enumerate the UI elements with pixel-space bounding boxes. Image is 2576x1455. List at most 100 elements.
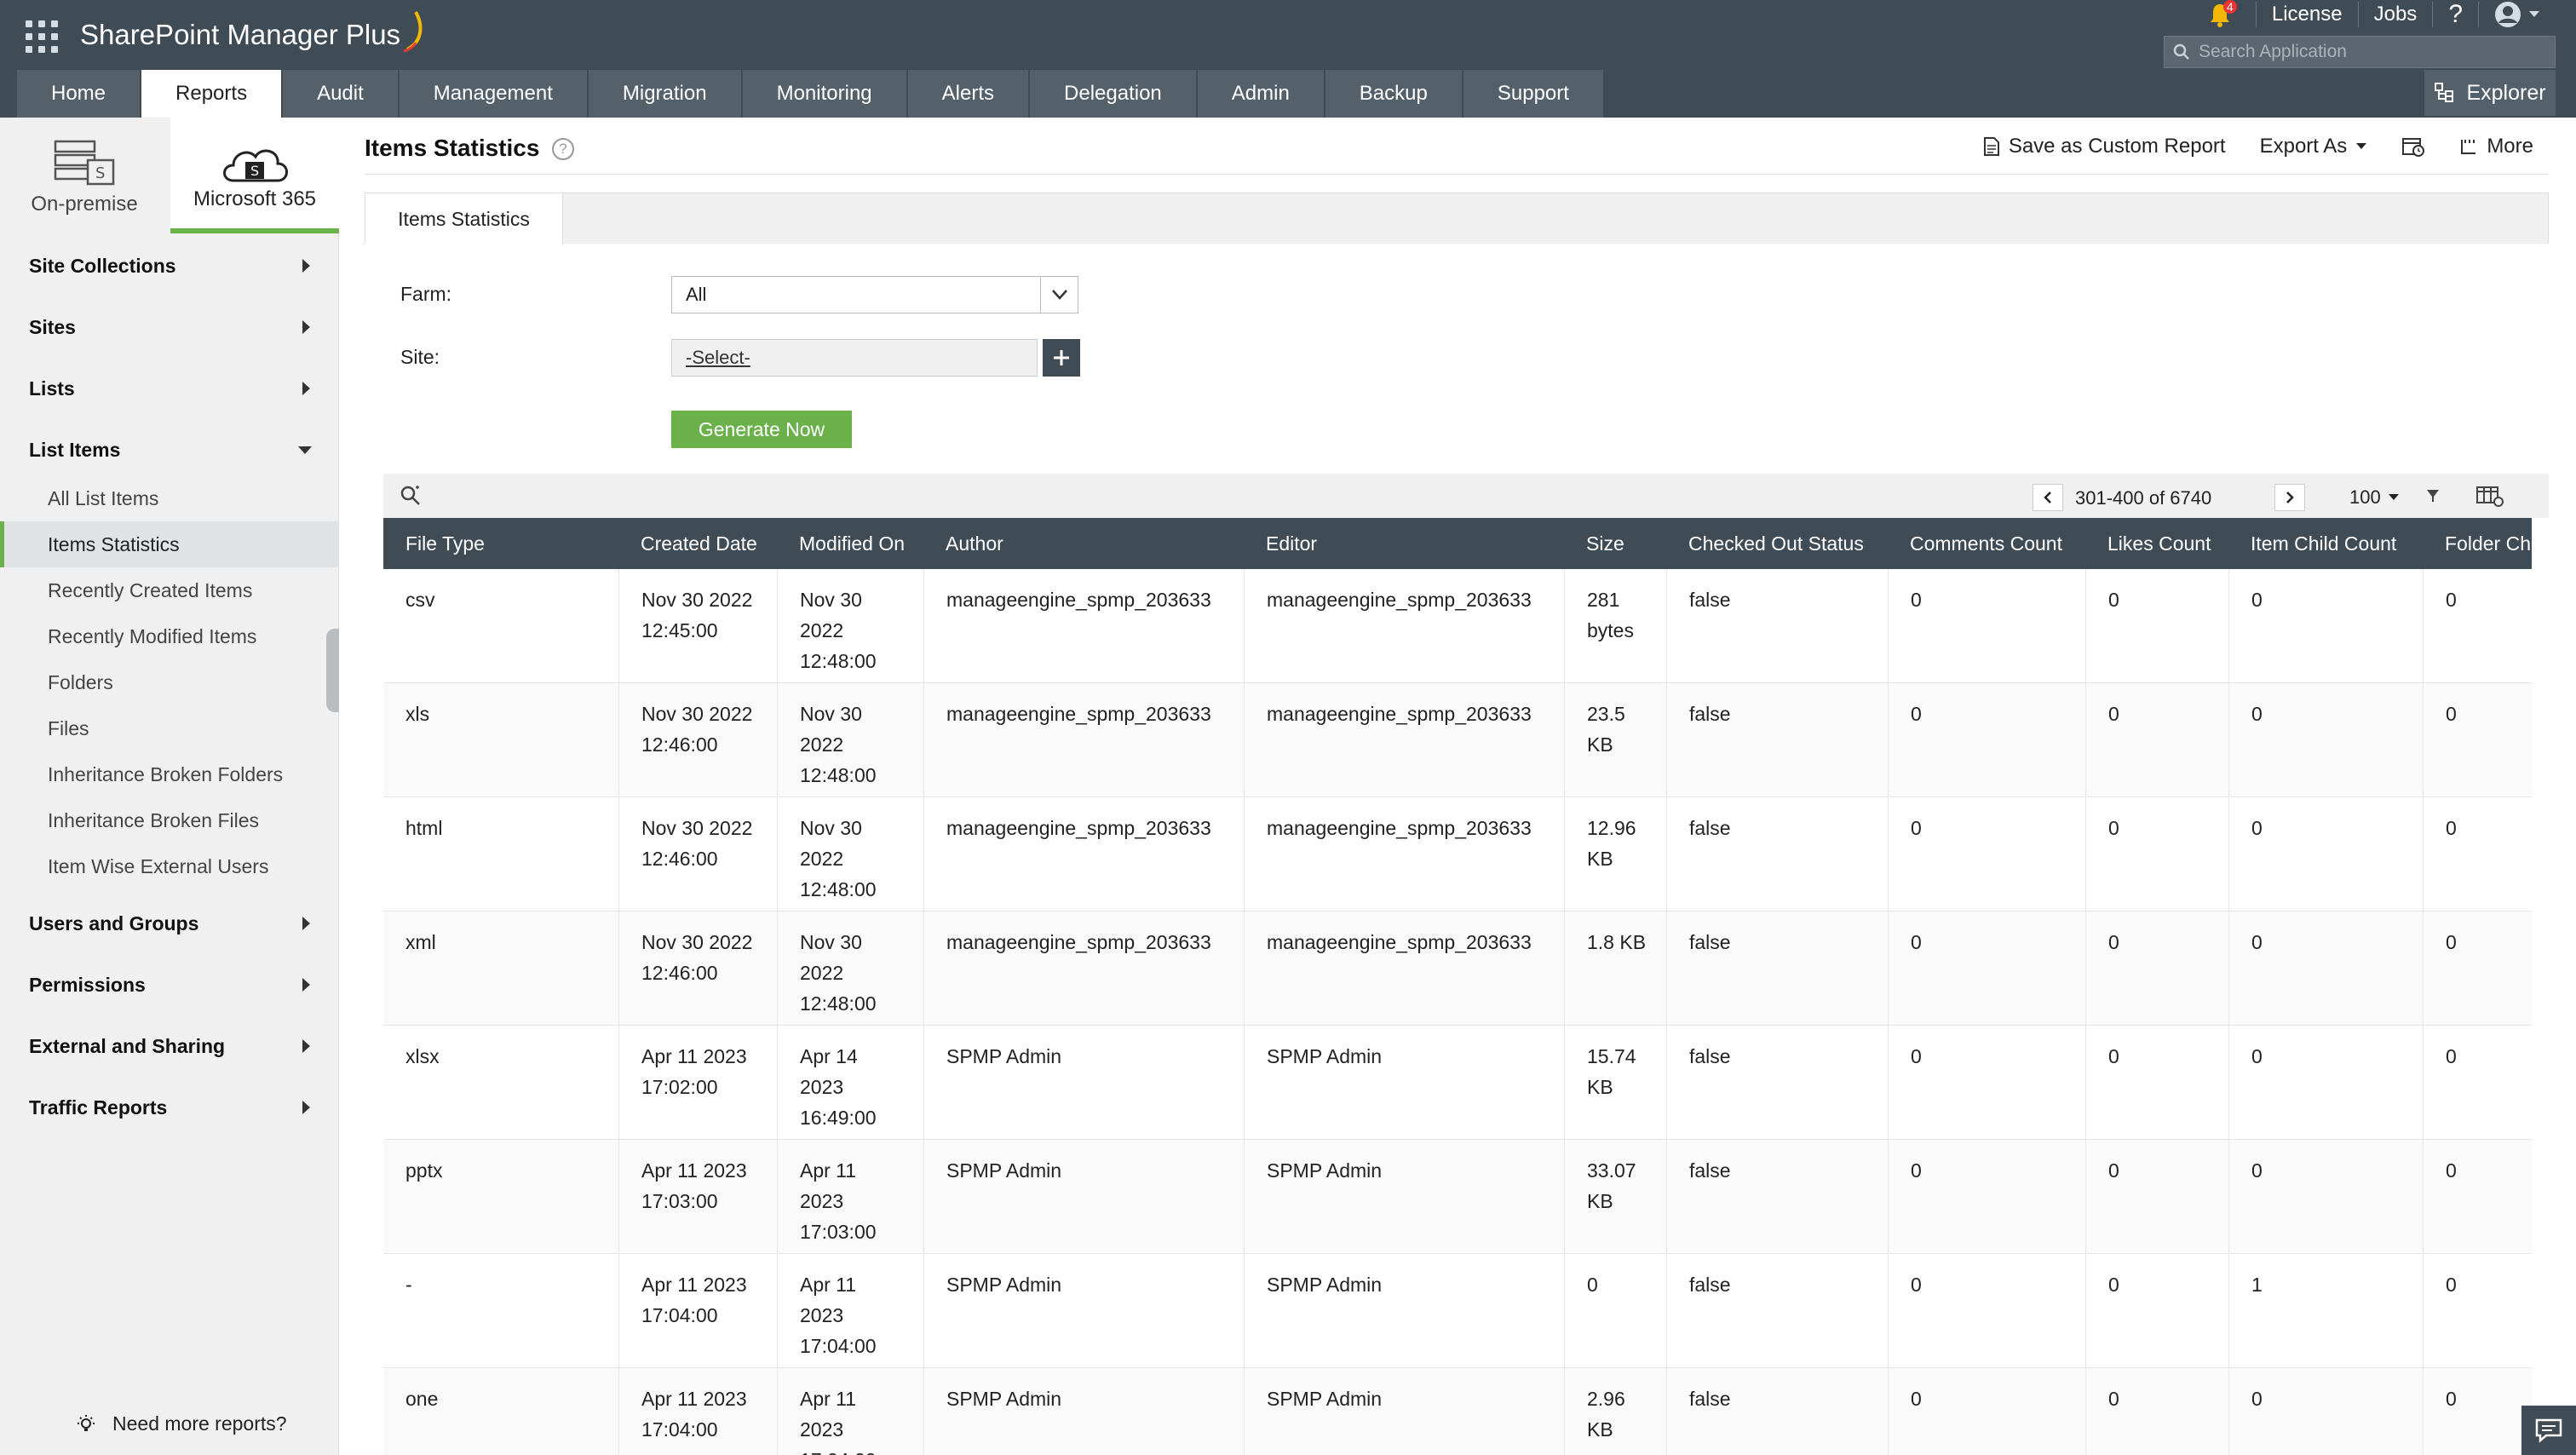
cell-modified-on: Apr 11 2023 17:03:00 [777, 1140, 923, 1254]
column-header-comments-count[interactable]: Comments Count [1888, 518, 2062, 569]
chevron-down-icon[interactable] [1040, 277, 1078, 313]
table-row[interactable]: xml Nov 30 2022 12:46:00 Nov 30 2022 12:48… [383, 912, 2532, 1026]
tab-reports[interactable]: Reports [141, 70, 282, 118]
sidebar-subitem-items-statistics[interactable]: Items Statistics [0, 521, 339, 567]
sidebar-subitem-recently-modified[interactable]: Recently Modified Items [0, 613, 339, 659]
table-row[interactable]: html Nov 30 2022 12:46:00 Nov 30 2022 12:4… [383, 797, 2532, 912]
need-more-reports-label: Need more reports? [112, 1412, 287, 1435]
add-site-button[interactable] [1043, 339, 1080, 377]
site-select-field[interactable]: -Select- [671, 339, 1038, 377]
cell-likes-count: 0 [2085, 1140, 2228, 1254]
caret-right-icon [302, 917, 310, 930]
sidebar-item-traffic-reports[interactable]: Traffic Reports [0, 1082, 339, 1133]
cell-likes-count: 0 [2085, 1368, 2228, 1455]
cell-checked-out-status: false [1666, 797, 1888, 912]
tab-monitoring[interactable]: Monitoring [742, 70, 906, 118]
cell-file-type: xls [405, 703, 430, 725]
user-avatar-icon [2495, 2, 2521, 27]
app-launcher-icon[interactable] [26, 20, 58, 53]
env-onpremise[interactable]: S On-premise [0, 118, 169, 233]
sidebar-item-sites[interactable]: Sites [0, 302, 339, 353]
app-title: SharePoint Manager Plus [80, 19, 401, 50]
sidebar-item-permissions[interactable]: Permissions [0, 959, 339, 1010]
farm-select[interactable]: All [671, 276, 1078, 313]
pager-next-button[interactable] [2274, 484, 2305, 511]
column-header-folder-child-count[interactable]: Folder Ch [2423, 518, 2531, 569]
more-button[interactable]: More [2459, 135, 2533, 158]
tab-audit[interactable]: Audit [283, 70, 398, 118]
export-as-button[interactable]: Export As [2260, 135, 2368, 158]
sidebar-collapse-handle[interactable] [326, 629, 339, 712]
table-row[interactable]: pptx Apr 11 2023 17:03:00 Apr 11 2023 17:0… [383, 1140, 2532, 1254]
schedule-report-button[interactable] [2401, 135, 2425, 158]
column-header-checked-out-status[interactable]: Checked Out Status [1666, 518, 1864, 569]
sidebar-subitem-recently-created[interactable]: Recently Created Items [0, 567, 339, 613]
help-icon[interactable]: ? [552, 138, 574, 160]
column-header-likes-count[interactable]: Likes Count [2085, 518, 2211, 569]
chat-button[interactable] [2521, 1406, 2576, 1455]
bell-icon[interactable]: 4 [2208, 0, 2237, 27]
license-link[interactable]: License [2255, 2, 2358, 27]
caret-right-icon [302, 978, 310, 992]
tab-support[interactable]: Support [1463, 70, 1603, 118]
lightbulb-icon [78, 1414, 95, 1431]
tab-alerts[interactable]: Alerts [907, 70, 1029, 118]
page-size-value: 100 [2349, 486, 2381, 508]
sidebar-item-list-items[interactable]: List Items [0, 424, 339, 475]
tab-home[interactable]: Home [17, 70, 141, 118]
sidebar-subitem-item-wise-external-users[interactable]: Item Wise External Users [0, 843, 339, 889]
help-link[interactable]: ? [2432, 0, 2478, 28]
cell-file-type: html [405, 817, 443, 839]
generate-now-button[interactable]: Generate Now [671, 411, 852, 448]
sidebar-item-external-and-sharing[interactable]: External and Sharing [0, 1021, 339, 1072]
table-row[interactable]: xlsx Apr 11 2023 17:02:00 Apr 14 2023 16:4… [383, 1026, 2532, 1140]
cell-folder-child-count: 0 [2423, 1254, 2532, 1368]
column-header-modified-on[interactable]: Modified On [777, 518, 905, 569]
cell-file-type: - [405, 1274, 412, 1296]
cell-item-child-count: 0 [2228, 912, 2423, 1026]
sidebar-subitem-inheritance-broken-files[interactable]: Inheritance Broken Files [0, 797, 339, 843]
sidebar-item-users-and-groups[interactable]: Users and Groups [0, 898, 339, 949]
sidebar-item-lists[interactable]: Lists [0, 363, 339, 414]
column-header-author[interactable]: Author [923, 518, 1003, 569]
table-row[interactable]: one Apr 11 2023 17:04:00Apr 11 2023 17:04… [383, 1368, 2532, 1455]
explorer-button[interactable]: Explorer [2424, 70, 2556, 116]
tab-items-statistics[interactable]: Items Statistics [365, 193, 563, 244]
tab-migration[interactable]: Migration [588, 70, 741, 118]
column-header-item-child-count[interactable]: Item Child Count [2228, 518, 2396, 569]
sidebar-subitem-inheritance-broken-folders[interactable]: Inheritance Broken Folders [0, 751, 339, 797]
env-microsoft365[interactable]: S Microsoft 365 [170, 118, 339, 233]
cell-folder-child-count: 0 [2423, 912, 2532, 1026]
cell-modified-on: Nov 30 2022 12:48:00 [777, 683, 923, 797]
column-header-file-type[interactable]: File Type [383, 518, 485, 569]
column-header-created-date[interactable]: Created Date [618, 518, 757, 569]
tab-admin[interactable]: Admin [1197, 70, 1324, 118]
save-custom-report-button[interactable]: Save as Custom Report [1983, 135, 2226, 158]
column-chooser-icon[interactable] [2475, 484, 2504, 512]
tab-management[interactable]: Management [399, 70, 587, 118]
sidebar-item-site-collections[interactable]: Site Collections [0, 240, 339, 291]
tab-delegation[interactable]: Delegation [1030, 70, 1196, 118]
table-row[interactable]: csv Nov 30 2022 12:45:00 Nov 30 2022 12:48… [383, 569, 2532, 683]
cell-comments-count: 0 [1888, 912, 2085, 1026]
filter-icon[interactable] [2424, 486, 2441, 510]
jobs-link[interactable]: Jobs [2357, 2, 2433, 27]
notifications[interactable]: 4 [2193, 0, 2256, 27]
table-row[interactable]: xls Nov 30 2022 12:46:00 Nov 30 2022 12:48… [383, 683, 2532, 797]
sidebar-subitem-all-list-items[interactable]: All List Items [0, 475, 339, 521]
table-row[interactable]: - Apr 11 2023 17:04:00 Apr 11 2023 17:04:0… [383, 1254, 2532, 1368]
search-input[interactable] [2199, 42, 2539, 62]
table-search-icon[interactable] [399, 484, 423, 512]
user-menu[interactable] [2478, 2, 2556, 27]
tab-backup[interactable]: Backup [1325, 70, 1462, 118]
cell-comments-count: 0 [1888, 683, 2085, 797]
search-box[interactable] [2164, 36, 2556, 68]
column-header-editor[interactable]: Editor [1244, 518, 1317, 569]
cell-created-date: Apr 11 2023 17:04:00 [618, 1368, 777, 1455]
sidebar-subitem-files[interactable]: Files [0, 705, 339, 751]
page-size-select[interactable]: 100 [2341, 484, 2408, 511]
sidebar-subitem-folders[interactable]: Folders [0, 659, 339, 705]
need-more-reports-link[interactable]: Need more reports? [75, 1412, 287, 1435]
pager-previous-button[interactable] [2033, 484, 2063, 511]
column-header-size[interactable]: Size [1564, 518, 1624, 569]
